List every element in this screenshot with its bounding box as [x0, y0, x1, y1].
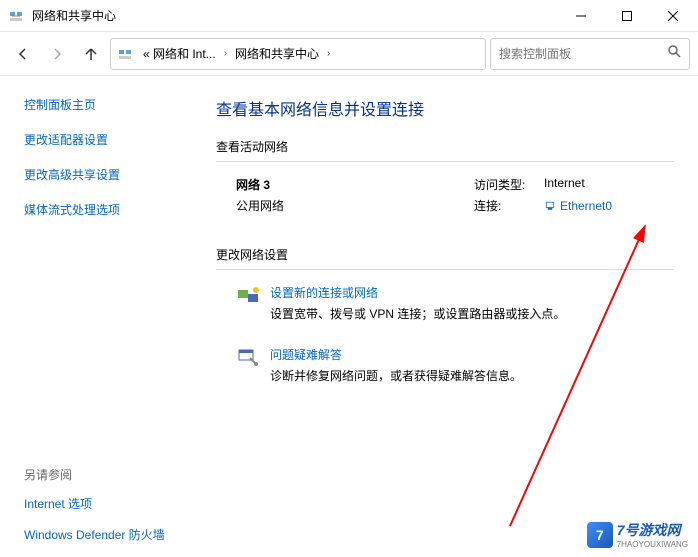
breadcrumb[interactable]: « 网络和 Int... › 网络和共享中心 ›: [110, 38, 486, 70]
setup-connection-icon: [236, 284, 260, 308]
active-networks-title: 查看活动网络: [216, 138, 674, 155]
watermark-sub: 7HAOYOUXIWANG: [617, 540, 688, 549]
network-name: 网络 3: [236, 176, 474, 193]
network-type: 公用网络: [236, 197, 474, 214]
troubleshoot-desc: 诊断并修复网络问题，或者获得疑难解答信息。: [270, 367, 522, 384]
search-box[interactable]: [490, 38, 690, 70]
sidebar-streaming-link[interactable]: 媒体流式处理选项: [24, 201, 200, 218]
troubleshoot-item: 问题疑难解答 诊断并修复网络问题，或者获得疑难解答信息。: [236, 346, 674, 384]
breadcrumb-seg2[interactable]: 网络和共享中心: [231, 43, 323, 64]
window-controls: [558, 0, 696, 32]
maximize-button[interactable]: [604, 0, 650, 32]
see-also-label: 另请参阅: [24, 466, 200, 483]
breadcrumb-icon: [117, 46, 133, 62]
app-icon: [8, 8, 24, 24]
connection-link[interactable]: Ethernet0: [544, 197, 612, 214]
connection-label: 连接:: [474, 197, 544, 214]
search-input[interactable]: [499, 47, 661, 61]
active-network-row: 网络 3 公用网络 访问类型: Internet 连接: Ethernet0: [216, 176, 674, 218]
main-panel: 查看基本网络信息并设置连接 查看活动网络 网络 3 公用网络 访问类型: Int…: [200, 76, 698, 557]
sidebar-home-link[interactable]: 控制面板主页: [24, 96, 200, 113]
content-area: 控制面板主页 更改适配器设置 更改高级共享设置 媒体流式处理选项 另请参阅 In…: [0, 76, 698, 557]
minimize-button[interactable]: [558, 0, 604, 32]
watermark-brand: 7号游戏网: [617, 522, 681, 538]
window-titlebar: 网络和共享中心: [0, 0, 698, 32]
sidebar-internet-options-link[interactable]: Internet 选项: [24, 495, 200, 512]
close-button[interactable]: [650, 0, 696, 32]
back-button[interactable]: [8, 39, 38, 69]
access-type-label: 访问类型:: [474, 176, 544, 193]
access-type-value: Internet: [544, 176, 585, 193]
search-icon[interactable]: [667, 44, 681, 63]
chevron-right-icon[interactable]: ›: [325, 48, 332, 59]
setup-connection-link[interactable]: 设置新的连接或网络: [270, 284, 565, 301]
watermark-logo-icon: 7: [587, 522, 613, 548]
divider: [216, 161, 674, 162]
setup-connection-item: 设置新的连接或网络 设置宽带、拨号或 VPN 连接；或设置路由器或接入点。: [236, 284, 674, 322]
page-heading: 查看基本网络信息并设置连接: [216, 96, 674, 120]
divider: [216, 269, 674, 270]
toolbar: « 网络和 Int... › 网络和共享中心 ›: [0, 32, 698, 76]
connection-value: Ethernet0: [560, 199, 612, 213]
sidebar-advanced-link[interactable]: 更改高级共享设置: [24, 166, 200, 183]
sidebar-firewall-link[interactable]: Windows Defender 防火墙: [24, 526, 200, 543]
window-title: 网络和共享中心: [32, 7, 558, 24]
up-button[interactable]: [76, 39, 106, 69]
forward-button[interactable]: [42, 39, 72, 69]
watermark: 7 7号游戏网 7HAOYOUXIWANG: [587, 520, 688, 549]
ethernet-icon: [544, 200, 556, 212]
chevron-right-icon[interactable]: ›: [222, 48, 229, 59]
sidebar-adapter-link[interactable]: 更改适配器设置: [24, 131, 200, 148]
change-settings-title: 更改网络设置: [216, 246, 674, 263]
troubleshoot-link[interactable]: 问题疑难解答: [270, 346, 522, 363]
setup-connection-desc: 设置宽带、拨号或 VPN 连接；或设置路由器或接入点。: [270, 305, 565, 322]
breadcrumb-seg1[interactable]: « 网络和 Int...: [139, 43, 220, 64]
troubleshoot-icon: [236, 346, 260, 370]
sidebar: 控制面板主页 更改适配器设置 更改高级共享设置 媒体流式处理选项 另请参阅 In…: [0, 76, 200, 557]
